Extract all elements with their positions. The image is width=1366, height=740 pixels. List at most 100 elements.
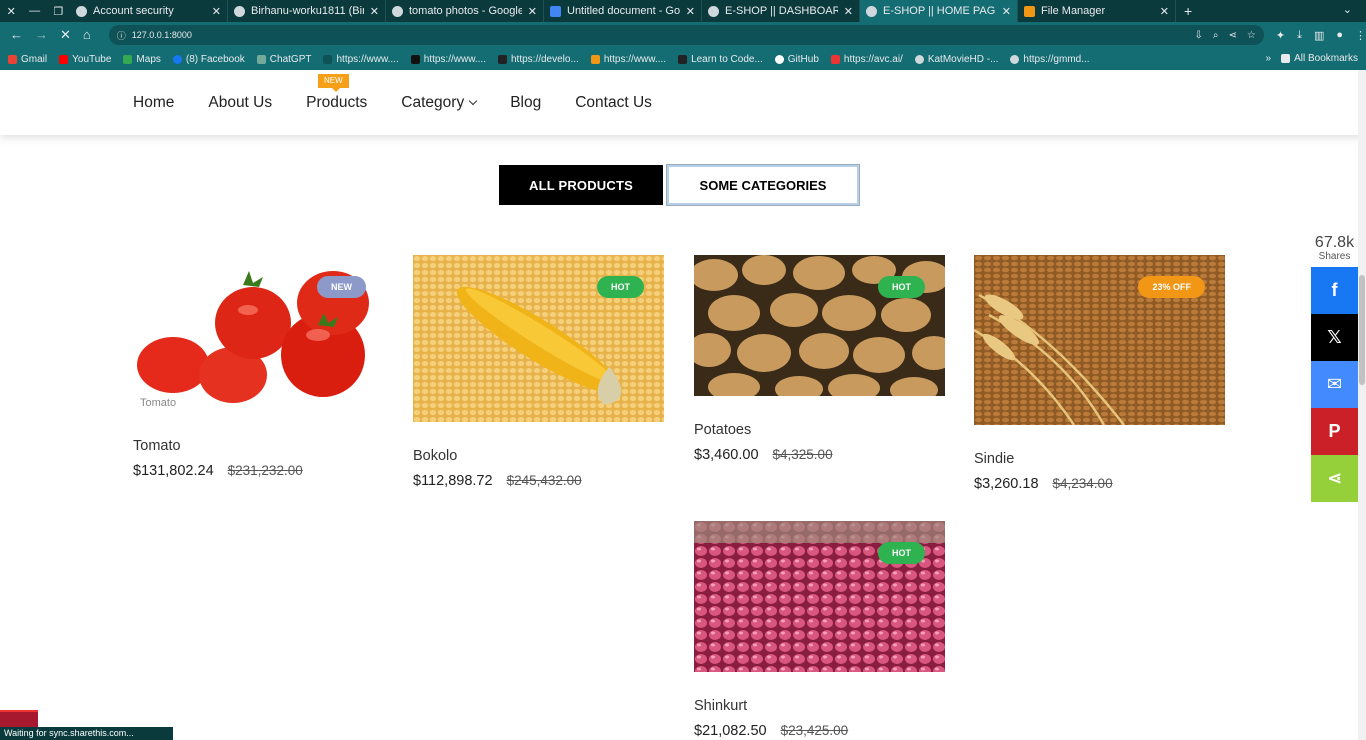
scrollbar-thumb[interactable]	[1359, 275, 1365, 385]
product-card-potatoes[interactable]: HOT Potatoes $3,460.00 $4,325.00	[694, 255, 945, 463]
messenger-share-button[interactable]: ✉	[1311, 361, 1358, 408]
nav-contact[interactable]: Contact Us	[575, 94, 652, 112]
chevron-down-icon[interactable]: ⌄	[1343, 3, 1352, 16]
browser-tab-active[interactable]: E-SHOP || HOME PAGE ✕	[860, 0, 1018, 22]
browser-tab[interactable]: File Manager ✕	[1018, 0, 1176, 22]
product-image-shinkurt[interactable]: HOT	[694, 521, 945, 672]
bookmark-label: Maps	[136, 53, 161, 65]
browser-tab[interactable]: E-SHOP || DASHBOARD ✕	[702, 0, 860, 22]
browser-tab[interactable]: Account security ✕	[70, 0, 228, 22]
bookmark-item[interactable]: https://avc.ai/	[830, 54, 903, 65]
minimize-window-icon[interactable]: —	[29, 5, 40, 18]
bookmark-item[interactable]: Maps	[123, 53, 161, 65]
bookmark-item[interactable]: Learn to Code...	[678, 54, 763, 65]
browser-tab[interactable]: Untitled document - Goo ✕	[544, 0, 702, 22]
nav-products[interactable]: Products	[306, 94, 367, 112]
product-card-tomato[interactable]: Tomato NEW Tomato $131,802.24 $231,232.00	[133, 255, 384, 479]
restore-window-icon[interactable]: ❐	[53, 5, 63, 18]
bookmark-label: https://gmmd...	[1023, 53, 1090, 65]
product-name[interactable]: Shinkurt	[694, 698, 945, 714]
product-label: HOT	[878, 542, 925, 564]
sharethis-share-button[interactable]: ⋖	[1311, 455, 1358, 502]
share-sidebar: 67.8k Shares f 𝕏 ✉ P ⋖	[1311, 234, 1358, 502]
close-tab-icon[interactable]: ✕	[844, 5, 853, 18]
nav-home[interactable]: Home	[133, 94, 174, 112]
some-categories-button[interactable]: SOME CATEGORIES	[666, 164, 860, 206]
facebook-icon	[172, 54, 182, 64]
close-tab-icon[interactable]: ✕	[212, 5, 221, 18]
product-name[interactable]: Sindie	[974, 451, 1225, 467]
bookmark-item[interactable]: GitHub	[774, 54, 819, 65]
install-icon[interactable]: ⇩	[1194, 30, 1202, 41]
product-card-shinkurt[interactable]: HOT Shinkurt $21,082.50 $23,425.00	[694, 521, 945, 739]
bookmark-item[interactable]: Gmail	[8, 54, 47, 65]
product-image-bokolo[interactable]: HOT	[413, 255, 664, 422]
sidebar-icon[interactable]: ▥	[1314, 29, 1324, 42]
product-image-tomato[interactable]: Tomato NEW	[133, 255, 384, 411]
profile-avatar[interactable]: ●	[1336, 29, 1343, 42]
close-tab-icon[interactable]: ✕	[528, 5, 537, 18]
globe-icon	[914, 54, 924, 64]
menu-icon[interactable]: ⋮	[1355, 29, 1366, 42]
pinterest-share-button[interactable]: P	[1311, 408, 1358, 455]
bookmark-item[interactable]: https://www....	[590, 53, 667, 65]
old-price: $4,234.00	[1052, 476, 1113, 491]
product-name[interactable]: Tomato	[133, 438, 384, 454]
bookmark-item[interactable]: https://www....	[323, 54, 399, 65]
product-name[interactable]: Potatoes	[694, 422, 945, 438]
bookmark-item[interactable]: YouTube	[59, 54, 111, 65]
nav-about[interactable]: About Us	[208, 94, 272, 112]
nav-category[interactable]: Category	[401, 94, 478, 112]
product-price: $3,260.18 $4,234.00	[974, 476, 1225, 492]
all-bookmarks-label: All Bookmarks	[1294, 53, 1358, 64]
address-bar[interactable]: ⓘ 127.0.0.1:8000 ⇩ ⌕ ⋖ ☆	[108, 25, 1264, 45]
new-tab-icon[interactable]: +	[1184, 3, 1192, 19]
globe-icon	[866, 5, 877, 17]
x-share-button[interactable]: 𝕏	[1311, 314, 1358, 361]
zoom-icon[interactable]: ⌕	[1213, 30, 1219, 41]
product-card-sindie[interactable]: 23% OFF Sindie $3,260.18 $4,234.00	[974, 255, 1225, 492]
forward-arrow-icon[interactable]: →	[35, 27, 48, 43]
product-card-bokolo[interactable]: HOT Bokolo $112,898.72 $245,432.00	[413, 255, 664, 489]
facebook-share-button[interactable]: f	[1311, 267, 1358, 314]
close-window-icon[interactable]: ✕	[7, 5, 16, 18]
star-icon[interactable]: ☆	[1247, 30, 1256, 41]
home-icon[interactable]: ⌂	[83, 27, 91, 43]
tab-title: File Manager	[1041, 5, 1106, 17]
all-bookmarks[interactable]: All Bookmarks	[1281, 53, 1358, 64]
nav-blog[interactable]: Blog	[510, 94, 541, 112]
bookmarks-bar: Gmail YouTube Maps (8) Facebook ChatGPT …	[0, 48, 1366, 70]
all-products-button[interactable]: ALL PRODUCTS	[499, 165, 663, 205]
bookmark-label: https://www....	[603, 53, 667, 65]
product-image-sindie[interactable]: 23% OFF	[974, 255, 1225, 425]
downloads-icon[interactable]: ⤓	[1297, 29, 1302, 42]
browser-tab[interactable]: Birhanu-worku1811 (Birh ✕	[228, 0, 386, 22]
close-tab-icon[interactable]: ✕	[1002, 5, 1011, 18]
close-tab-icon[interactable]: ✕	[1160, 5, 1169, 18]
site-header: Home About Us Products Category Blog Con…	[0, 70, 1366, 135]
bookmark-item[interactable]: ChatGPT	[256, 54, 311, 65]
close-tab-icon[interactable]: ✕	[370, 5, 379, 18]
share-icon[interactable]: ⋖	[1228, 30, 1236, 41]
more-bookmarks-icon[interactable]: »	[1266, 53, 1272, 64]
messenger-icon: ✉	[1326, 374, 1343, 394]
close-tab-icon[interactable]: ✕	[686, 5, 695, 18]
back-arrow-icon[interactable]: ←	[10, 27, 23, 43]
bookmark-item[interactable]: (8) Facebook	[172, 54, 245, 65]
stop-loading-icon[interactable]: ✕	[60, 27, 71, 43]
site-info-icon[interactable]: ⓘ	[117, 29, 126, 42]
maps-icon	[123, 54, 133, 64]
browser-tab[interactable]: tomato photos - Google ✕	[386, 0, 544, 22]
scrollbar[interactable]	[1358, 70, 1366, 740]
product-name[interactable]: Bokolo	[413, 448, 664, 464]
extensions-icon[interactable]: ✦	[1276, 29, 1285, 42]
tomato-watermark: Tomato	[140, 397, 176, 409]
product-image-potatoes[interactable]: HOT	[694, 255, 945, 396]
youtube-icon	[59, 54, 69, 64]
file-manager-icon	[1024, 5, 1035, 17]
bookmark-item[interactable]: https://gmmd...	[1010, 53, 1090, 65]
bookmark-item[interactable]: https://develo...	[497, 54, 579, 65]
bookmark-label: Learn to Code...	[691, 53, 763, 65]
bookmark-item[interactable]: KatMovieHD -...	[914, 54, 998, 65]
bookmark-item[interactable]: https://www....	[410, 54, 486, 65]
